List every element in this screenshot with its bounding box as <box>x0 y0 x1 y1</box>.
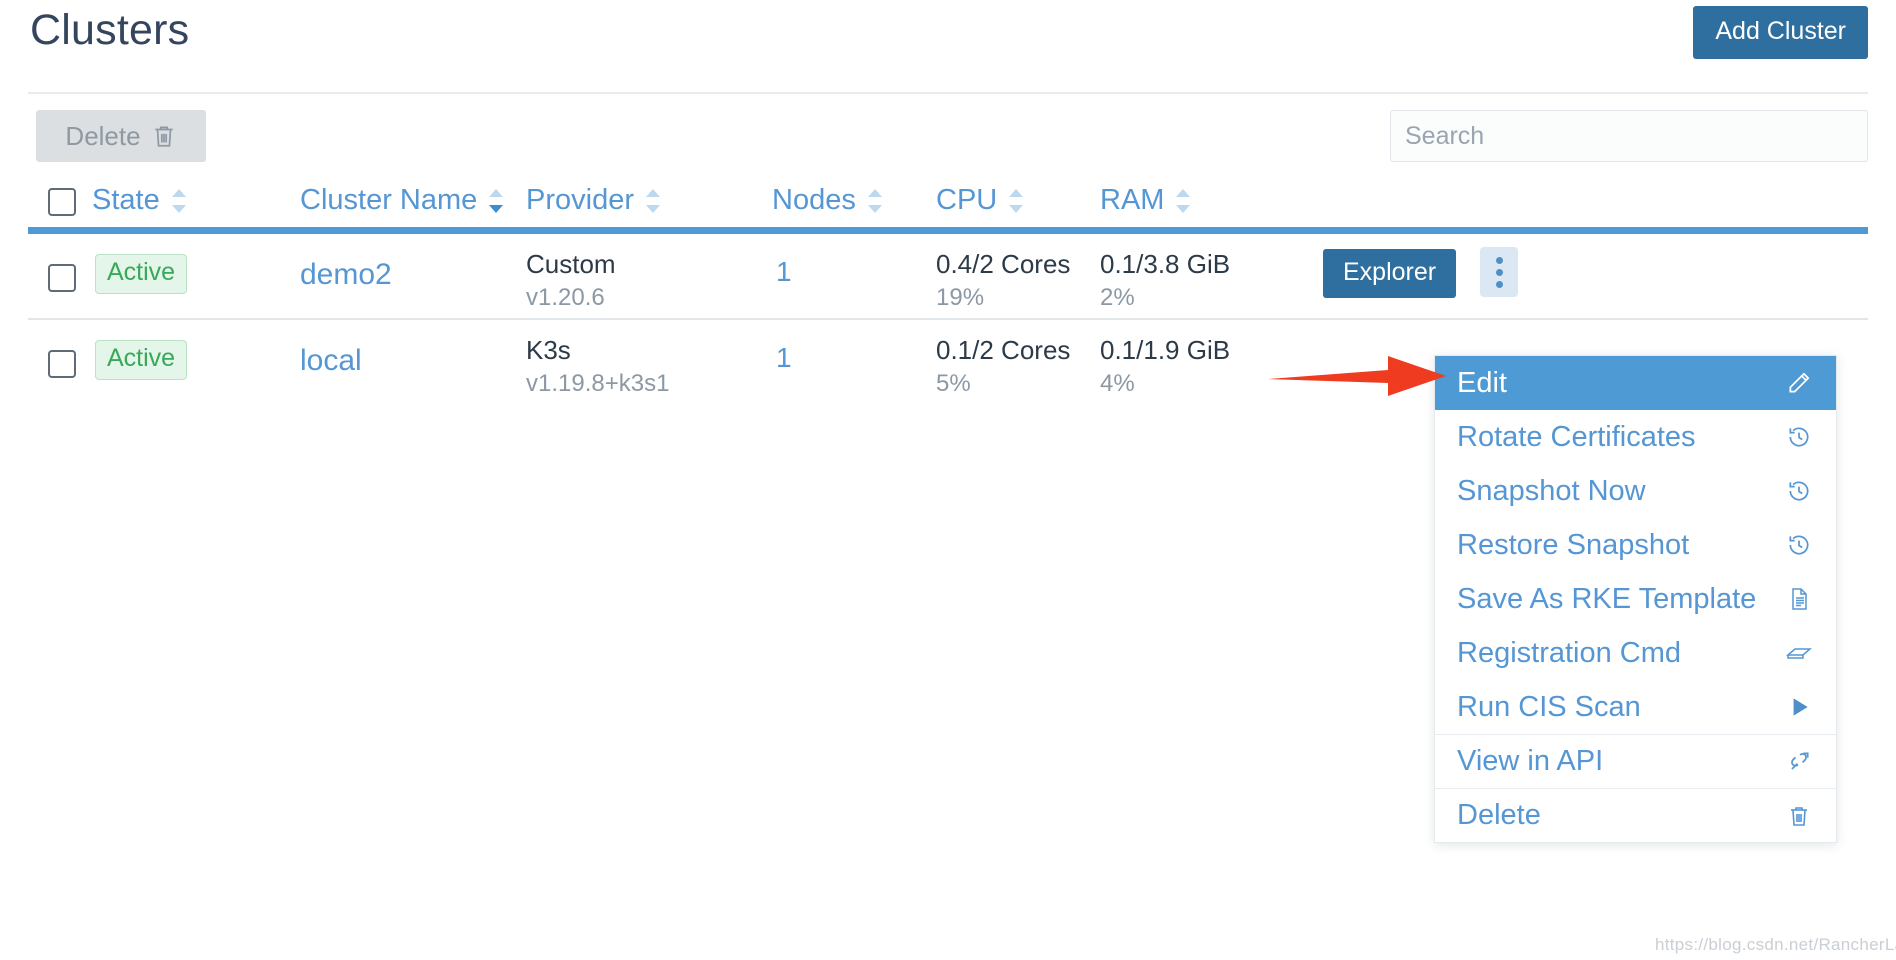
cpu-value: 0.1/2 Cores <box>936 333 1070 367</box>
ram-cell: 0.1/3.8 GiB 2% <box>1100 247 1230 315</box>
watermark: https://blog.csdn.net/RancherLabs <box>1655 935 1896 955</box>
sort-icon[interactable] <box>865 188 885 214</box>
menu-item-label: Restore Snapshot <box>1457 531 1689 560</box>
cpu-cell: 0.4/2 Cores 19% <box>936 247 1070 315</box>
cpu-cell: 0.1/2 Cores 5% <box>936 333 1070 401</box>
cluster-name-link[interactable]: demo2 <box>300 258 392 292</box>
sort-icon[interactable] <box>1173 188 1193 214</box>
play-icon <box>1784 694 1814 720</box>
row-actions-menu: Edit Rotate Certificates Snapshot Now <box>1434 355 1837 843</box>
document-icon <box>1784 586 1814 612</box>
column-label: RAM <box>1100 184 1164 217</box>
cpu-percent: 19% <box>936 281 1070 315</box>
menu-item-snapshot-now[interactable]: Snapshot Now <box>1435 464 1836 518</box>
column-label: CPU <box>936 184 997 217</box>
provider-version: v1.19.8+k3s1 <box>526 367 669 401</box>
cluster-name-link[interactable]: local <box>300 344 362 378</box>
column-header-nodes[interactable]: Nodes <box>772 184 885 217</box>
clusters-page: Clusters Add Cluster Delete State <box>0 0 1896 960</box>
search-input[interactable] <box>1390 110 1868 162</box>
delete-button-label: Delete <box>65 121 140 152</box>
sort-icon[interactable] <box>169 188 189 214</box>
menu-item-delete[interactable]: Delete <box>1435 788 1836 842</box>
status-badge: Active <box>95 254 187 294</box>
history-clock-icon <box>1784 532 1814 558</box>
provider-name: K3s <box>526 333 669 367</box>
menu-item-run-cis-scan[interactable]: Run CIS Scan <box>1435 680 1836 734</box>
trash-icon <box>1784 803 1814 829</box>
column-label: State <box>92 184 160 217</box>
provider-version: v1.20.6 <box>526 281 616 315</box>
history-clock-icon <box>1784 478 1814 504</box>
trash-icon <box>151 122 177 150</box>
ram-percent: 4% <box>1100 367 1230 401</box>
explorer-button[interactable]: Explorer <box>1323 249 1456 298</box>
provider-cell: Custom v1.20.6 <box>526 247 616 315</box>
ram-value: 0.1/1.9 GiB <box>1100 333 1230 367</box>
page-title: Clusters <box>30 6 189 55</box>
ram-value: 0.1/3.8 GiB <box>1100 247 1230 281</box>
provider-cell: K3s v1.19.8+k3s1 <box>526 333 669 401</box>
column-header-state[interactable]: State <box>92 184 189 217</box>
tag-icon <box>1784 640 1814 666</box>
column-label: Cluster Name <box>300 184 477 217</box>
menu-item-label: Delete <box>1457 801 1541 830</box>
menu-item-label: Rotate Certificates <box>1457 423 1696 452</box>
menu-item-label: Snapshot Now <box>1457 477 1646 506</box>
row-select-checkbox[interactable] <box>48 264 76 292</box>
select-all-checkbox[interactable] <box>48 188 76 216</box>
history-clock-icon <box>1784 424 1814 450</box>
nodes-link[interactable]: 1 <box>776 342 792 374</box>
menu-item-save-as-rke-template[interactable]: Save As RKE Template <box>1435 572 1836 626</box>
menu-item-label: View in API <box>1457 747 1603 776</box>
column-label: Provider <box>526 184 634 217</box>
ram-cell: 0.1/1.9 GiB 4% <box>1100 333 1230 401</box>
row-actions-kebab-button[interactable] <box>1480 247 1518 297</box>
menu-item-label: Run CIS Scan <box>1457 693 1641 722</box>
delete-button[interactable]: Delete <box>36 110 206 162</box>
header-divider <box>28 92 1868 94</box>
column-header-cluster-name[interactable]: Cluster Name <box>300 184 506 217</box>
row-select-checkbox[interactable] <box>48 350 76 378</box>
ram-percent: 2% <box>1100 281 1230 315</box>
menu-item-registration-cmd[interactable]: Registration Cmd <box>1435 626 1836 680</box>
sort-icon[interactable] <box>1006 188 1026 214</box>
menu-item-view-in-api[interactable]: View in API <box>1435 734 1836 788</box>
cpu-percent: 5% <box>936 367 1070 401</box>
sort-icon[interactable] <box>643 188 663 214</box>
sort-icon[interactable] <box>486 188 506 214</box>
add-cluster-button[interactable]: Add Cluster <box>1693 6 1868 59</box>
menu-item-label: Save As RKE Template <box>1457 585 1756 614</box>
external-link-icon <box>1784 749 1814 775</box>
menu-item-restore-snapshot[interactable]: Restore Snapshot <box>1435 518 1836 572</box>
column-label: Nodes <box>772 184 856 217</box>
page-header: Clusters Add Cluster <box>0 0 1896 94</box>
column-header-ram[interactable]: RAM <box>1100 184 1193 217</box>
status-badge: Active <box>95 340 187 380</box>
menu-item-label: Edit <box>1457 369 1507 398</box>
nodes-link[interactable]: 1 <box>776 256 792 288</box>
menu-item-edit[interactable]: Edit <box>1435 356 1836 410</box>
cpu-value: 0.4/2 Cores <box>936 247 1070 281</box>
table-row[interactable]: Active demo2 Custom v1.20.6 1 0.4/2 Core… <box>28 234 1868 320</box>
menu-item-rotate-certificates[interactable]: Rotate Certificates <box>1435 410 1836 464</box>
table-header-row: State Cluster Name Provider <box>28 176 1868 234</box>
column-header-provider[interactable]: Provider <box>526 184 663 217</box>
column-header-cpu[interactable]: CPU <box>936 184 1026 217</box>
provider-name: Custom <box>526 247 616 281</box>
menu-item-label: Registration Cmd <box>1457 639 1681 668</box>
pencil-icon <box>1784 370 1814 396</box>
table-toolbar: Delete <box>0 104 1896 174</box>
kebab-menu-icon <box>1496 257 1503 288</box>
